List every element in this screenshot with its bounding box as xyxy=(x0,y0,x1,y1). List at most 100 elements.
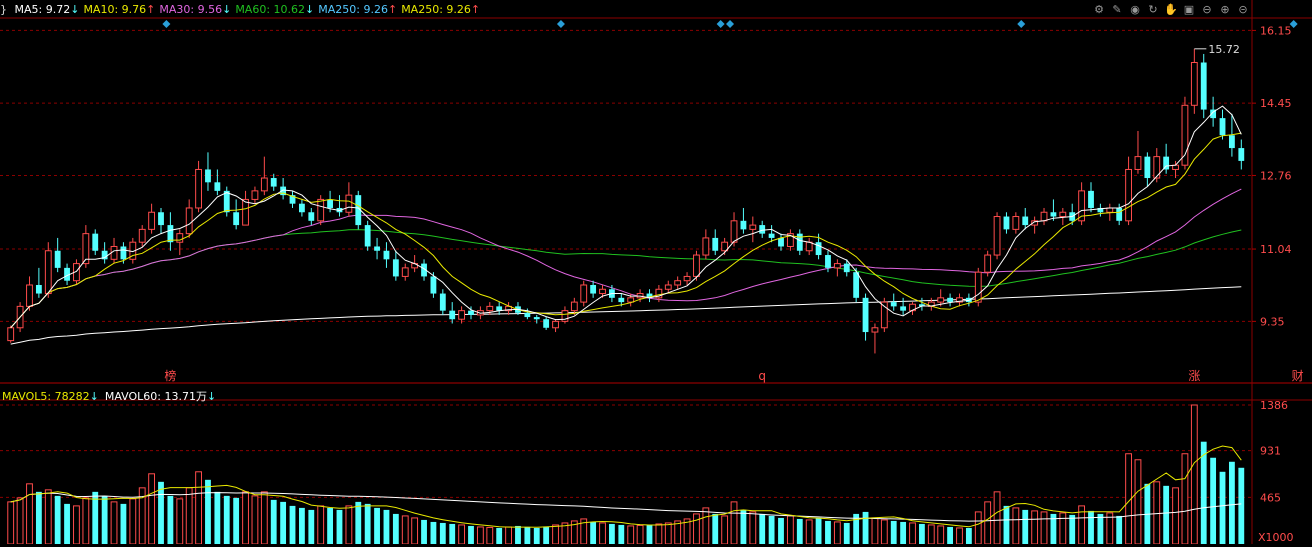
volume-bar xyxy=(515,525,521,544)
candle-body xyxy=(674,280,682,286)
volume-bar xyxy=(374,507,380,544)
candle-body xyxy=(740,220,747,230)
volume-bar xyxy=(355,501,362,544)
legend-items: MA5: 9.72↓ MA10: 9.76↑ MA30: 9.56↓ MA60: 10… xyxy=(15,3,485,16)
lock-icon[interactable]: ▣ xyxy=(1182,3,1196,17)
event-label: 财 xyxy=(1292,369,1304,383)
candle-body xyxy=(26,284,33,307)
volume-bar xyxy=(298,507,305,544)
volume-tick-label: 931 xyxy=(1260,445,1281,458)
remove-icon[interactable]: ⊝ xyxy=(1236,3,1250,17)
candle-body xyxy=(618,297,625,303)
candle-body xyxy=(833,263,841,269)
volume-bar xyxy=(26,483,33,545)
volume-bar xyxy=(82,497,90,545)
candle-body xyxy=(486,305,494,312)
candle-body xyxy=(871,327,879,333)
candle-body xyxy=(1116,207,1123,221)
volume-bar xyxy=(411,517,419,545)
candle-body xyxy=(843,263,850,273)
volume-bar xyxy=(308,509,315,544)
vol-legend-label: MAVOL5: 78282 xyxy=(2,390,90,403)
volume-bar xyxy=(327,507,334,544)
cycle-icon[interactable]: ↻ xyxy=(1146,3,1160,17)
volume-bar xyxy=(251,495,259,545)
candle-body xyxy=(900,306,907,311)
plus-circle-icon[interactable]: ⊕ xyxy=(1218,3,1232,17)
volume-bar xyxy=(16,497,24,545)
volume-bar xyxy=(1040,511,1048,545)
vol-legend-items: MAVOL5: 78282↓ MAVOL60: 13.71万↓ xyxy=(2,390,222,403)
volume-bar xyxy=(242,491,249,545)
candle-body xyxy=(1219,118,1226,136)
volume-bar xyxy=(476,526,484,545)
legend-label: MA10: 9.76 xyxy=(83,3,147,16)
candle-body xyxy=(825,255,831,268)
gear-icon[interactable]: ⚙ xyxy=(1092,3,1106,17)
candle-body xyxy=(749,224,757,230)
volume-bar xyxy=(721,515,729,545)
candle-body xyxy=(158,212,164,226)
volume-bar xyxy=(449,523,456,544)
volume-bar xyxy=(458,524,466,545)
candle-body xyxy=(392,259,399,277)
vol-legend-arrow: ↓ xyxy=(206,390,217,403)
hand-icon[interactable]: ✋ xyxy=(1164,3,1178,17)
volume-bar xyxy=(1134,459,1142,545)
candle-body xyxy=(1088,190,1094,208)
candle-body xyxy=(1181,104,1189,166)
volume-bar xyxy=(129,498,137,545)
price-tick-label: 11.04 xyxy=(1260,243,1292,256)
legend-item-3: MA60: 10.62↓ xyxy=(235,3,314,16)
candle-body xyxy=(1050,212,1057,217)
volume-bar xyxy=(392,513,399,544)
volume-bar xyxy=(1116,515,1123,544)
volume-bar xyxy=(618,524,625,544)
volume-bar xyxy=(158,481,164,544)
minus-circle-icon[interactable]: ⊖ xyxy=(1200,3,1214,17)
candle-body xyxy=(1022,216,1029,226)
candle-body xyxy=(195,168,202,209)
volume-bar xyxy=(730,501,738,545)
price-tick-label: 14.45 xyxy=(1260,97,1292,110)
volume-bar xyxy=(909,522,916,545)
volume-bar xyxy=(289,505,296,544)
candle-body xyxy=(242,198,249,226)
pencil-icon[interactable]: ✎ xyxy=(1110,3,1124,17)
volume-bar xyxy=(702,507,710,545)
eye-icon[interactable]: ◉ xyxy=(1128,3,1142,17)
candle-body xyxy=(984,254,992,273)
candle-body xyxy=(693,254,700,277)
volume-bar xyxy=(270,499,277,544)
event-diamond xyxy=(716,20,725,28)
volume-bar xyxy=(64,503,70,544)
volume-bar xyxy=(664,522,672,545)
volume-bar xyxy=(195,471,202,545)
volume-bar xyxy=(1097,513,1104,544)
volume-bar xyxy=(35,491,42,544)
candle-body xyxy=(862,297,869,333)
event-label: q xyxy=(758,369,766,383)
candle-body xyxy=(702,237,710,256)
candle-body xyxy=(580,284,588,303)
candle-body xyxy=(815,242,822,256)
candle-body xyxy=(148,211,156,230)
volume-bar xyxy=(805,519,813,545)
volume-bar xyxy=(260,491,268,545)
legend-arrow: ↑ xyxy=(146,3,156,16)
volume-bar xyxy=(918,523,925,544)
volume-bar xyxy=(401,515,409,545)
event-diamond xyxy=(1017,20,1026,28)
volume-bar xyxy=(1181,453,1189,545)
candle-body xyxy=(937,297,945,303)
volume-bar xyxy=(73,505,80,545)
candle-body xyxy=(7,327,15,342)
candle-body xyxy=(364,225,371,247)
chart-stage: 16.15 14.45 12.76 11.04 9.35 1386 931 465 X1000 1… xyxy=(0,0,1312,545)
legend-arrow: ↑ xyxy=(387,3,398,16)
candle-body xyxy=(590,284,597,294)
candle-body xyxy=(805,241,813,252)
candle-body xyxy=(1238,148,1245,161)
volume-bar xyxy=(176,498,184,545)
candle-body xyxy=(35,284,42,294)
